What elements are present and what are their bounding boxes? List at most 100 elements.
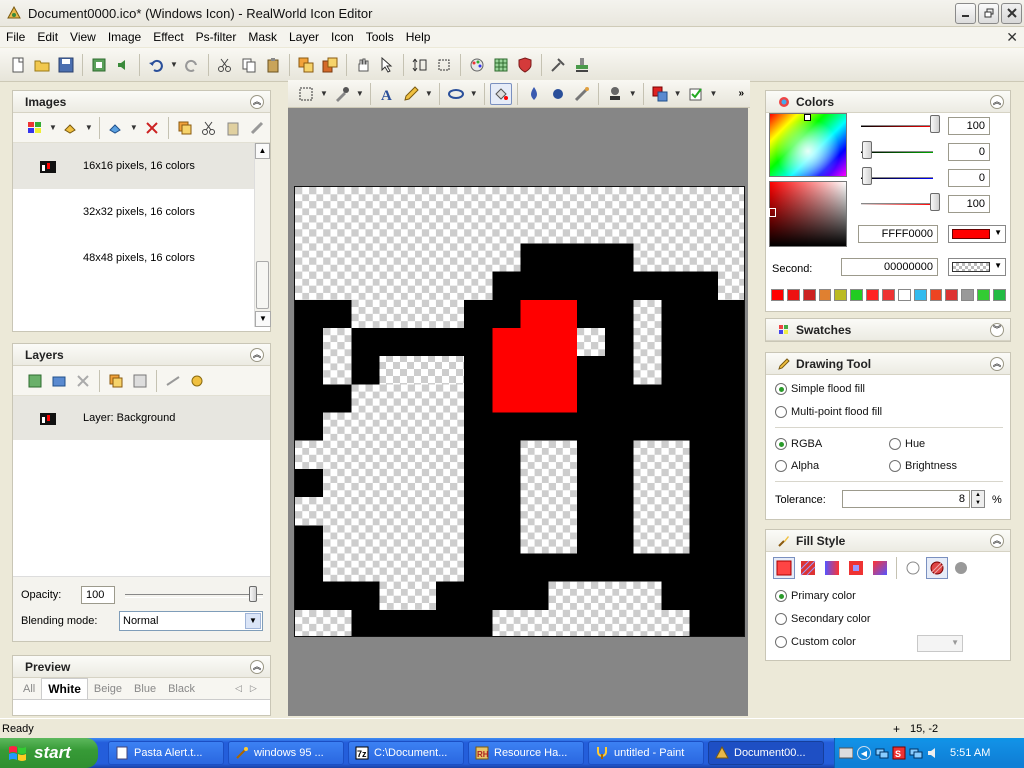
menu-image[interactable]: Image — [102, 30, 147, 44]
palette-swatch[interactable] — [771, 289, 784, 301]
dropdown-icon[interactable]: ▼ — [674, 89, 682, 98]
dropdown-icon[interactable]: ▼ — [629, 89, 637, 98]
red-slider-thumb[interactable] — [930, 115, 940, 133]
radio-hue[interactable]: Hue — [889, 438, 925, 450]
primary-hex-input[interactable]: FFFF0000 — [858, 225, 938, 243]
taskbar-item-active[interactable]: Document00... — [708, 741, 824, 765]
taskbar-item[interactable]: untitled - Paint — [588, 741, 704, 765]
alpha-slider-thumb[interactable] — [930, 193, 940, 211]
resize-icon[interactable] — [409, 54, 431, 76]
delete-layer-icon[interactable] — [72, 370, 94, 392]
tab-black[interactable]: Black — [162, 683, 201, 695]
export-icon[interactable] — [88, 54, 110, 76]
diagonal-fill-icon[interactable] — [869, 557, 891, 579]
chevron-right-icon[interactable]: ▷ — [250, 683, 257, 694]
audio-icon[interactable] — [112, 54, 134, 76]
close-button[interactable] — [1001, 2, 1022, 24]
pencil-icon[interactable] — [400, 83, 422, 105]
menu-mask[interactable]: Mask — [242, 30, 283, 44]
custom-color-dropdown[interactable]: ▼ — [917, 635, 963, 652]
palette-swatch[interactable] — [913, 289, 927, 301]
shapes-icon[interactable] — [649, 83, 671, 105]
duplicate-layer-icon[interactable] — [105, 370, 127, 392]
radio-simple-flood-fill[interactable]: Simple flood fill — [775, 383, 865, 395]
list-item[interactable]: 16x16 pixels, 16 colors — [13, 143, 256, 189]
crop-icon[interactable] — [433, 54, 455, 76]
network-icon-2[interactable] — [909, 746, 923, 760]
dropdown-icon[interactable]: ▼ — [425, 89, 433, 98]
alpha-value-input[interactable]: 100 — [948, 195, 990, 213]
radial-fill-icon[interactable] — [845, 557, 867, 579]
second-color-dropdown[interactable]: ▼ — [948, 258, 1006, 276]
move-layer-icon[interactable] — [162, 370, 184, 392]
list-item[interactable]: 32x32 pixels, 16 colors — [13, 189, 256, 235]
palette-swatch[interactable] — [850, 289, 864, 301]
hue-marker[interactable] — [804, 114, 811, 121]
color-palette[interactable] — [771, 289, 1009, 303]
minimize-button[interactable] — [955, 2, 976, 24]
pixel-canvas[interactable] — [294, 186, 745, 637]
tab-beige[interactable]: Beige — [88, 683, 128, 695]
open-folder-icon[interactable] — [31, 54, 53, 76]
undo-dropdown-icon[interactable]: ▼ — [170, 60, 178, 69]
scroll-up-icon[interactable]: ▲ — [255, 143, 270, 159]
volume-icon[interactable] — [926, 746, 940, 760]
collapse-icon[interactable]: ︽ — [990, 94, 1004, 109]
color-picker-icon[interactable] — [523, 83, 545, 105]
copy-image-icon[interactable] — [174, 117, 196, 139]
brush-icon[interactable] — [547, 83, 569, 105]
outline-fill-icon[interactable] — [926, 557, 948, 579]
red-value-input[interactable]: 100 — [948, 117, 990, 135]
cut-image-icon[interactable] — [198, 117, 220, 139]
palette-swatch[interactable] — [993, 289, 1006, 301]
format-icon[interactable] — [60, 117, 82, 139]
toolbar-overflow-icon[interactable]: » — [738, 88, 744, 99]
blue-value-input[interactable]: 0 — [948, 169, 990, 187]
tab-all[interactable]: All — [17, 683, 41, 695]
document-close-icon[interactable]: ✕ — [1006, 29, 1018, 46]
gradient-fill-icon[interactable] — [821, 557, 843, 579]
radio-primary-color[interactable]: Primary color — [775, 590, 856, 602]
menu-view[interactable]: View — [64, 30, 102, 44]
palette-swatch[interactable] — [977, 289, 991, 301]
palette-swatch[interactable] — [834, 289, 848, 301]
tray-collapse-icon[interactable]: ◀ — [857, 746, 871, 760]
tab-blue[interactable]: Blue — [128, 683, 162, 695]
palette-swatch[interactable] — [818, 289, 832, 301]
menu-effect[interactable]: Effect — [147, 30, 189, 44]
blending-mode-select[interactable]: Normal ▼ — [119, 611, 263, 631]
filled-circle-icon[interactable] — [950, 557, 972, 579]
collapse-icon[interactable]: ︽ — [990, 356, 1004, 371]
tolerance-spinner[interactable]: ▲ ▼ — [971, 490, 985, 508]
save-icon[interactable] — [55, 54, 77, 76]
opacity-slider[interactable] — [125, 594, 263, 598]
scroll-thumb[interactable] — [256, 261, 269, 309]
new-icon[interactable] — [7, 54, 29, 76]
pointer-icon[interactable] — [376, 54, 398, 76]
paste-image-icon[interactable] — [222, 117, 244, 139]
dropdown-icon[interactable]: ▼ — [130, 123, 138, 132]
menu-edit[interactable]: Edit — [31, 30, 64, 44]
chevron-down-icon[interactable]: ▼ — [245, 613, 261, 629]
blue-slider-thumb[interactable] — [862, 167, 872, 185]
windows-logo-icon[interactable] — [24, 117, 46, 139]
collapse-icon[interactable]: ︽ — [250, 659, 264, 674]
radio-alpha[interactable]: Alpha — [775, 460, 819, 472]
images-scrollbar[interactable]: ▲ ▼ — [254, 143, 271, 327]
dropdown-icon[interactable]: ▼ — [356, 89, 364, 98]
tab-white[interactable]: White — [41, 678, 88, 699]
palette-swatch[interactable] — [945, 289, 959, 301]
red-slider[interactable] — [861, 125, 933, 128]
flood-fill-icon[interactable] — [489, 82, 512, 105]
hand-icon[interactable] — [352, 54, 374, 76]
saturation-marker[interactable] — [769, 208, 776, 217]
dropdown-icon[interactable]: ▼ — [49, 123, 57, 132]
merge-layer-icon[interactable] — [129, 370, 151, 392]
stamp-icon[interactable] — [571, 54, 593, 76]
dropdown-icon[interactable]: ▼ — [85, 123, 93, 132]
alpha-slider[interactable] — [861, 203, 933, 206]
ellipse-icon[interactable] — [445, 83, 467, 105]
palette-swatch[interactable] — [961, 289, 975, 301]
radio-custom-color[interactable]: Custom color — [775, 636, 856, 648]
layers-copy-icon[interactable] — [295, 54, 317, 76]
